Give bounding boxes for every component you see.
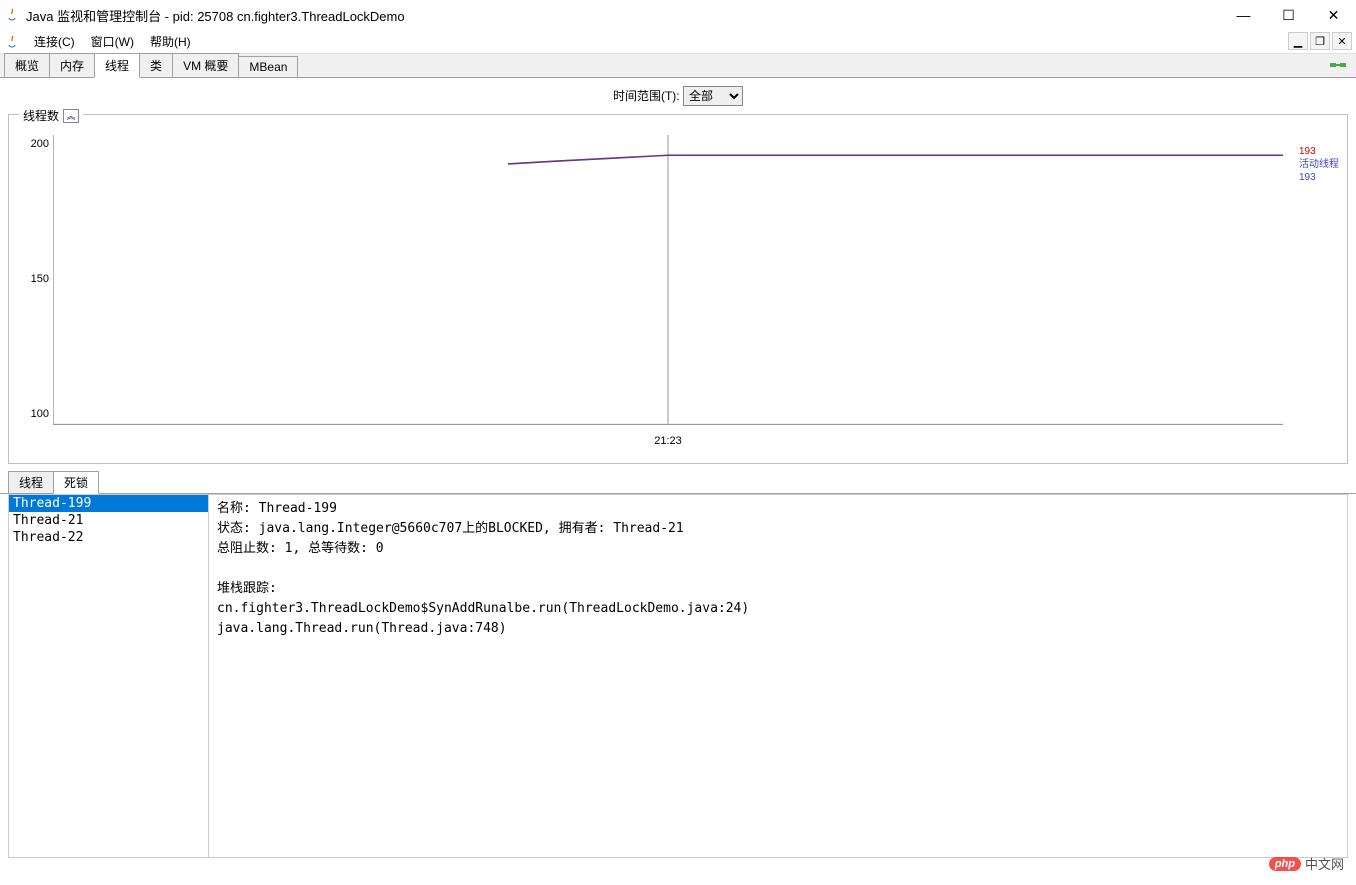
window-controls: — ☐ ✕ xyxy=(1221,0,1356,30)
list-item[interactable]: Thread-199 xyxy=(9,495,208,512)
internal-minimize-button[interactable]: ▁ xyxy=(1288,32,1308,50)
subtab-threads[interactable]: 线程 xyxy=(8,471,54,493)
stack-line: cn.fighter3.ThreadLockDemo$SynAddRunalbe… xyxy=(217,599,1339,619)
detail-status-row: 状态: java.lang.Integer@5660c707上的BLOCKED,… xyxy=(217,519,1339,539)
thread-list[interactable]: Thread-199 Thread-21 Thread-22 xyxy=(9,495,209,857)
detail-counts-row: 总阻止数: 1, 总等待数: 0 xyxy=(217,539,1339,559)
chart-title-row: 线程数 ︽ xyxy=(19,107,83,124)
ytick-100: 100 xyxy=(21,408,49,420)
php-badge: php xyxy=(1269,857,1301,871)
maximize-button[interactable]: ☐ xyxy=(1266,0,1311,30)
tab-memory[interactable]: 内存 xyxy=(49,53,95,77)
chart-collapse-button[interactable]: ︽ xyxy=(63,109,79,123)
time-range-label: 时间范围(T): xyxy=(613,89,680,103)
minimize-button[interactable]: — xyxy=(1221,0,1266,30)
menu-window[interactable]: 窗口(W) xyxy=(83,31,142,52)
chart-title: 线程数 xyxy=(23,107,59,124)
internal-restore-button[interactable]: ❐ xyxy=(1310,32,1330,50)
list-item[interactable]: Thread-21 xyxy=(9,512,208,529)
window-title: Java 监视和管理控制台 - pid: 25708 cn.fighter3.T… xyxy=(26,6,405,25)
internal-window-controls: ▁ ❐ ✕ xyxy=(1288,32,1352,50)
ytick-150: 150 xyxy=(21,273,49,285)
series-active xyxy=(508,155,1283,164)
tab-vm[interactable]: VM 概要 xyxy=(172,53,239,77)
time-range-select[interactable]: 全部 xyxy=(683,86,743,106)
connection-status-icon xyxy=(1328,57,1348,73)
close-button[interactable]: ✕ xyxy=(1311,0,1356,30)
list-item[interactable]: Thread-22 xyxy=(9,529,208,546)
spacer xyxy=(217,559,1339,579)
detail-name-row: 名称: Thread-199 xyxy=(217,499,1339,519)
menubar: 连接(C) 窗口(W) 帮助(H) ▁ ❐ ✕ xyxy=(0,30,1356,54)
ytick-200: 200 xyxy=(21,138,49,150)
xtick: 21:23 xyxy=(654,435,682,447)
internal-close-button[interactable]: ✕ xyxy=(1332,32,1352,50)
stack-label: 堆栈跟踪: xyxy=(217,579,1339,599)
java-icon xyxy=(4,34,20,50)
legend-peak: 193 xyxy=(1299,145,1339,158)
chart-legend: 193 活动线程 193 xyxy=(1299,145,1339,184)
window-titlebar: Java 监视和管理控制台 - pid: 25708 cn.fighter3.T… xyxy=(0,0,1356,30)
thread-count-chart-panel: 线程数 ︽ 200 150 100 21:23 193 活动线程 193 xyxy=(8,114,1348,464)
menu-connect[interactable]: 连接(C) xyxy=(26,31,83,52)
thread-detail: 名称: Thread-199 状态: java.lang.Integer@566… xyxy=(209,495,1347,857)
menu-help[interactable]: 帮助(H) xyxy=(142,31,199,52)
chart-area[interactable]: 200 150 100 21:23 193 活动线程 193 xyxy=(53,135,1283,445)
tab-threads[interactable]: 线程 xyxy=(94,53,140,78)
legend-active-label: 活动线程 xyxy=(1299,158,1339,171)
tab-overview[interactable]: 概览 xyxy=(4,53,50,77)
java-icon xyxy=(4,7,20,23)
watermark: php 中文网 xyxy=(1269,854,1344,873)
legend-active-value: 193 xyxy=(1299,171,1339,184)
stack-line: java.lang.Thread.run(Thread.java:748) xyxy=(217,619,1339,639)
detail-tabbar: 线程 死锁 xyxy=(0,472,1356,494)
series-peak xyxy=(508,155,1283,164)
tab-classes[interactable]: 类 xyxy=(139,53,173,77)
detail-panel: Thread-199 Thread-21 Thread-22 名称: Threa… xyxy=(8,494,1348,858)
main-tabbar: 概览 内存 线程 类 VM 概要 MBean xyxy=(0,54,1356,78)
tab-mbean[interactable]: MBean xyxy=(238,56,298,77)
subtab-deadlock[interactable]: 死锁 xyxy=(53,471,99,494)
chart-svg xyxy=(53,135,1283,445)
time-range-row: 时间范围(T): 全部 xyxy=(0,78,1356,114)
watermark-text: 中文网 xyxy=(1305,854,1344,873)
